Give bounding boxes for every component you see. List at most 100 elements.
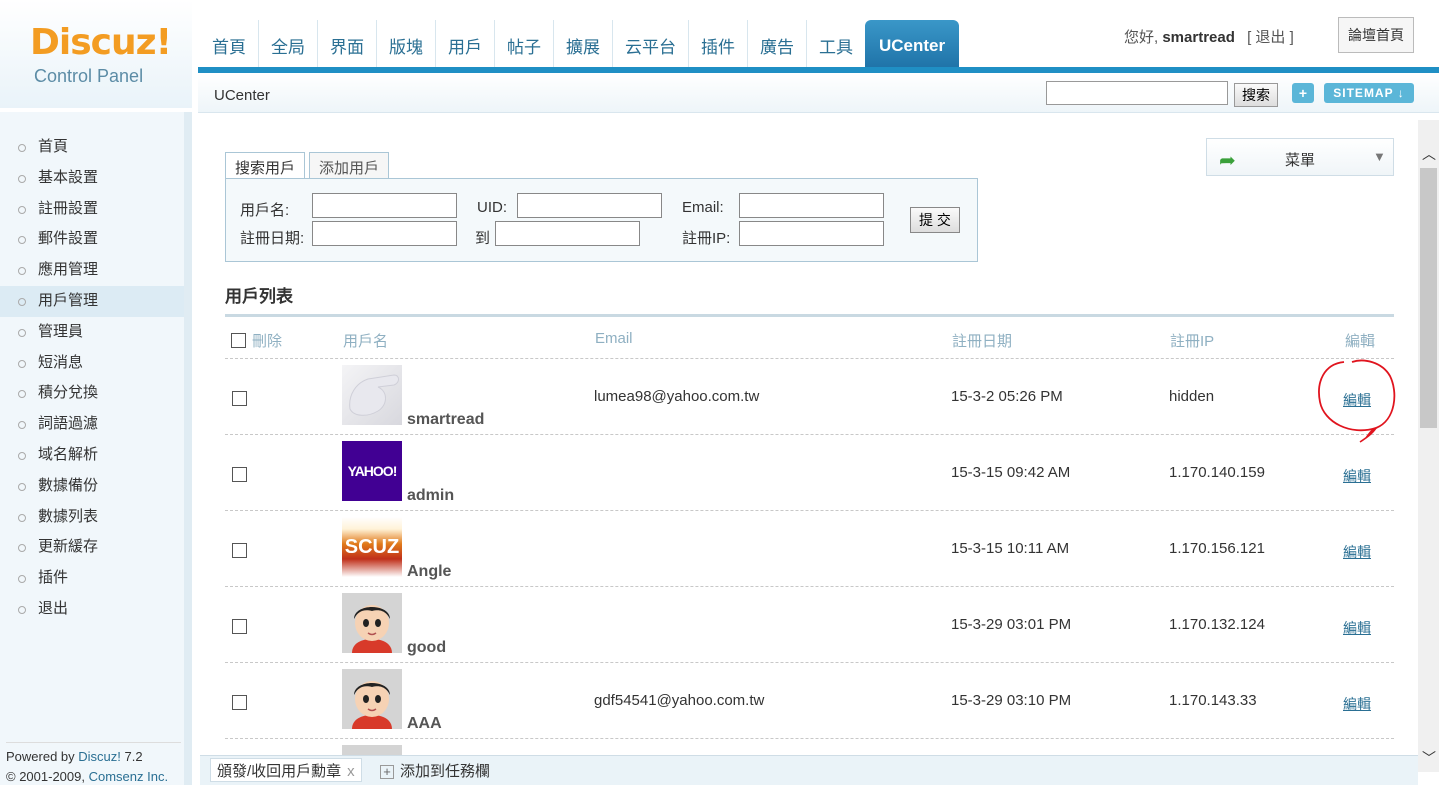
sidebar-item-data-list[interactable]: 數據列表 xyxy=(0,502,184,533)
table-row: YAHOO! admin 15-3-15 09:42 AM 1.170.140.… xyxy=(225,434,1394,510)
sidebar-item-home[interactable]: 首頁 xyxy=(0,132,184,163)
regip-label: 註冊IP: xyxy=(682,230,731,247)
discuz-link[interactable]: Discuz! xyxy=(78,749,121,764)
nav-posts[interactable]: 帖子 xyxy=(495,20,554,68)
nav-extensions[interactable]: 擴展 xyxy=(554,20,613,68)
powered-version: 7.2 xyxy=(120,749,143,764)
sidebar-item-basic-settings[interactable]: 基本設置 xyxy=(0,163,184,194)
add-shortcut-button[interactable]: + xyxy=(1292,83,1314,103)
row-checkbox[interactable] xyxy=(232,695,247,710)
submit-button[interactable]: 提 交 xyxy=(910,207,960,233)
row-edit-link[interactable]: 編輯 xyxy=(1343,618,1371,638)
table-row xyxy=(225,738,1394,755)
regdate-to-input[interactable] xyxy=(495,221,640,246)
sidebar-item-register-settings[interactable]: 註冊設置 xyxy=(0,194,184,225)
row-checkbox[interactable] xyxy=(232,619,247,634)
scroll-thumb[interactable] xyxy=(1420,168,1437,428)
nav-tools[interactable]: 工具 xyxy=(807,20,865,68)
avatar xyxy=(342,669,402,729)
nav-global[interactable]: 全局 xyxy=(259,20,318,68)
row-edit-link[interactable]: 編輯 xyxy=(1343,466,1371,486)
add-to-taskbar[interactable]: + 添加到任務欄 xyxy=(380,760,490,781)
row-checkbox[interactable] xyxy=(232,467,247,482)
col-regdate: 註冊日期 xyxy=(952,333,1013,350)
sidebar-item-app-management[interactable]: 應用管理 xyxy=(0,255,184,286)
nav-interface[interactable]: 界面 xyxy=(318,20,377,68)
menu-dropdown[interactable]: ➦ 菜單 ▼ xyxy=(1206,138,1394,176)
task-medals[interactable]: 頒發/收回用戶勳章 x xyxy=(210,758,362,782)
menu-label: 菜單 xyxy=(1285,152,1316,169)
tab-add-user[interactable]: 添加用戶 xyxy=(309,152,390,180)
table-row: good 15-3-29 03:01 PM 1.170.132.124 編輯 xyxy=(225,586,1394,662)
select-all-checkbox[interactable] xyxy=(231,333,246,348)
regip-input[interactable] xyxy=(739,221,884,246)
username-input[interactable] xyxy=(312,193,457,218)
logout-link[interactable]: [ 退出 ] xyxy=(1247,29,1294,46)
user-list-title: 用戶列表 xyxy=(225,287,293,306)
user-search-form: 用戶名: UID: Email: 註冊日期: 到 註冊IP: 提 交 xyxy=(225,178,978,262)
row-email: lumea98@yahoo.com.tw xyxy=(594,388,760,405)
row-edit-link[interactable]: 編輯 xyxy=(1343,694,1371,714)
sitemap-button[interactable]: SITEMAP ↓ xyxy=(1324,83,1414,103)
sidebar-item-domain[interactable]: 域名解析 xyxy=(0,440,184,471)
row-edit-link[interactable]: 編輯 xyxy=(1343,542,1371,562)
table-row: AAA gdf54541@yahoo.com.tw 15-3-29 03:10 … xyxy=(225,662,1394,738)
comsenz-link[interactable]: Comsenz Inc. xyxy=(89,769,168,784)
sidebar-item-credit-exchange[interactable]: 積分兌換 xyxy=(0,378,184,409)
avatar: SCUZ xyxy=(342,517,402,577)
to-label: 到 xyxy=(475,230,491,247)
sidebar-item-plugins[interactable]: 插件 xyxy=(0,563,184,594)
nav-users[interactable]: 用戶 xyxy=(436,20,495,68)
sidebar-item-mail-settings[interactable]: 郵件設置 xyxy=(0,224,184,255)
sidebar-item-messages[interactable]: 短消息 xyxy=(0,348,184,379)
forum-home-button[interactable]: 論壇首頁 xyxy=(1338,17,1414,53)
scroll-up-icon[interactable]: ︿ xyxy=(1422,144,1436,164)
sidebar-item-logout[interactable]: 退出 xyxy=(0,594,184,625)
sidebar-item-backup[interactable]: 數據備份 xyxy=(0,471,184,502)
sidebar-item-word-filter[interactable]: 詞語過濾 xyxy=(0,409,184,440)
sidebar-item-user-management[interactable]: 用戶管理 xyxy=(0,285,184,317)
email-input[interactable] xyxy=(739,193,884,218)
sidebar-item-admins[interactable]: 管理員 xyxy=(0,317,184,348)
nav-plugins[interactable]: 插件 xyxy=(689,20,748,68)
close-icon[interactable]: x xyxy=(347,763,355,780)
discuz-logo[interactable]: Discuz! Control Panel xyxy=(0,0,192,108)
header: Discuz! Control Panel 首頁 全局 界面 版塊 用戶 帖子 … xyxy=(0,0,1439,113)
row-regdate: 15-3-15 10:11 AM xyxy=(951,540,1070,557)
row-regip: 1.170.132.124 xyxy=(1169,616,1265,633)
avatar xyxy=(342,745,402,755)
scroll-down-icon[interactable]: ﹀ xyxy=(1422,748,1436,768)
powered-prefix: Powered by xyxy=(6,749,79,764)
vertical-scrollbar[interactable]: ︿ ﹀ xyxy=(1418,120,1439,772)
avatar xyxy=(342,593,402,653)
green-arrow-icon: ➦ xyxy=(1219,150,1236,172)
username-label: 用戶名: xyxy=(240,202,290,219)
tab-search-users[interactable]: 搜索用戶 xyxy=(225,152,306,180)
nav-ads[interactable]: 廣告 xyxy=(748,20,807,68)
main-content: ➦ 菜單 ▼ 搜索用戶 添加用戶 用戶名: UID: Email: 註冊日期: … xyxy=(200,120,1418,755)
uid-input[interactable] xyxy=(517,193,662,218)
table-row: SCUZ Angle 15-3-15 10:11 AM 1.170.156.12… xyxy=(225,510,1394,586)
copyright-prefix: © 2001-2009, xyxy=(6,769,89,784)
row-regip: 1.170.156.121 xyxy=(1169,540,1265,557)
nav-cloud[interactable]: 云平台 xyxy=(613,20,689,68)
cartoon-boy-icon xyxy=(342,745,402,755)
greeting-username: smartread xyxy=(1162,29,1235,46)
nav-home[interactable]: 首頁 xyxy=(200,20,259,68)
nav-forums[interactable]: 版塊 xyxy=(377,20,436,68)
row-checkbox[interactable] xyxy=(232,391,247,406)
nav-ucenter[interactable]: UCenter xyxy=(865,20,960,68)
row-username: good xyxy=(407,639,447,656)
row-regip: 1.170.140.159 xyxy=(1169,464,1265,481)
table-row: smartread lumea98@yahoo.com.tw 15-3-2 05… xyxy=(225,358,1394,434)
row-regip: 1.170.143.33 xyxy=(1169,692,1257,709)
sidebar-item-update-cache[interactable]: 更新緩存 xyxy=(0,532,184,563)
regdate-from-input[interactable] xyxy=(312,221,457,246)
row-username: AAA xyxy=(407,715,442,732)
breadcrumb: UCenter xyxy=(214,87,270,104)
row-regdate: 15-3-29 03:01 PM xyxy=(951,616,1072,633)
row-edit-link[interactable]: 編輯 xyxy=(1343,390,1371,410)
header-search-input[interactable] xyxy=(1046,81,1228,105)
row-checkbox[interactable] xyxy=(232,543,247,558)
header-search-button[interactable]: 搜索 xyxy=(1234,83,1278,107)
